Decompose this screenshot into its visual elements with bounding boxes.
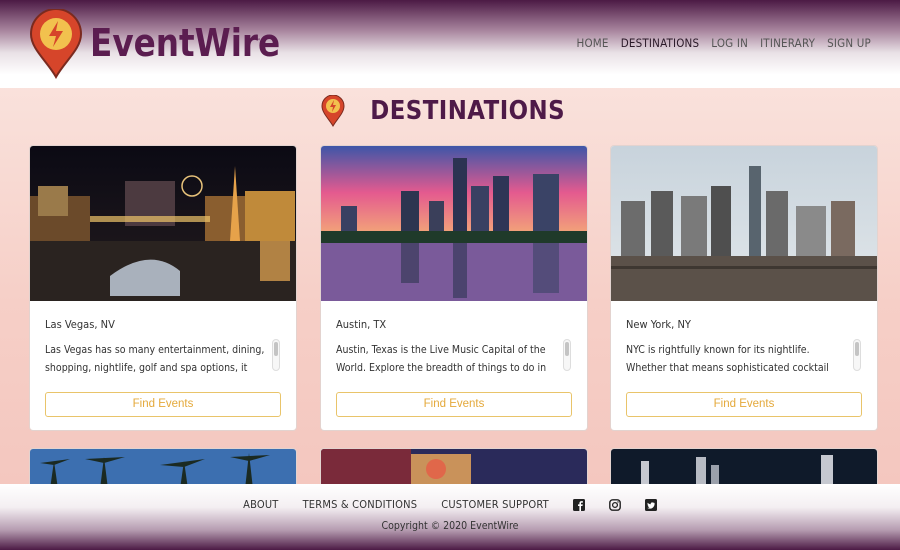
- footer-link-about[interactable]: ABOUT: [243, 498, 278, 511]
- destination-card-peek: [610, 448, 878, 488]
- destination-card: Las Vegas, NV Las Vegas has so many ente…: [29, 145, 297, 431]
- card-title: Las Vegas, NV: [45, 318, 115, 331]
- card-scrollbar[interactable]: [853, 339, 861, 371]
- nav-signup[interactable]: SIGN UP: [827, 36, 871, 50]
- new-york-image[interactable]: [611, 146, 877, 301]
- find-events-button[interactable]: Find Events: [626, 392, 862, 417]
- twitter-icon[interactable]: [644, 498, 657, 511]
- page-title-row: DESTINATIONS: [0, 95, 900, 127]
- card-description: NYC is rightfully known for its nightlif…: [626, 344, 829, 374]
- nav-home[interactable]: HOME: [576, 36, 608, 50]
- facebook-icon[interactable]: [572, 498, 585, 511]
- site-header: EventWire ™ HOME DESTINATIONS LOG IN ITI…: [0, 0, 900, 88]
- main-nav: HOME DESTINATIONS LOG IN ITINERARY SIGN …: [576, 36, 871, 50]
- destination-card-peek: [29, 448, 297, 488]
- trademark: ™: [255, 38, 261, 45]
- map-pin-icon: [321, 95, 345, 127]
- page-title: DESTINATIONS: [370, 96, 566, 126]
- logo-pin-icon[interactable]: [29, 9, 83, 79]
- destination-card-peek: [320, 448, 588, 488]
- footer-link-terms[interactable]: TERMS & CONDITIONS: [303, 498, 418, 511]
- find-events-button[interactable]: Find Events: [336, 392, 572, 417]
- austin-image[interactable]: [321, 146, 587, 301]
- las-vegas-image[interactable]: [30, 146, 296, 301]
- card-scrollbar[interactable]: [563, 339, 571, 371]
- find-events-button[interactable]: Find Events: [45, 392, 281, 417]
- card-title: Austin, TX: [336, 318, 387, 331]
- destination-card: Austin, TX Austin, Texas is the Live Mus…: [320, 145, 588, 431]
- footer-links: ABOUT TERMS & CONDITIONS CUSTOMER SUPPOR…: [0, 498, 900, 511]
- site-footer: ABOUT TERMS & CONDITIONS CUSTOMER SUPPOR…: [0, 484, 900, 550]
- card-description: Las Vegas has so many entertainment, din…: [45, 344, 265, 374]
- palm-trees-image[interactable]: [30, 449, 297, 488]
- brand-logo[interactable]: EventWire: [90, 22, 280, 64]
- card-description: Austin, Texas is the Live Music Capital …: [336, 344, 547, 374]
- card-title: New York, NY: [626, 318, 691, 331]
- neon-sign-image[interactable]: [321, 449, 588, 488]
- footer-link-support[interactable]: CUSTOMER SUPPORT: [441, 498, 549, 511]
- instagram-icon[interactable]: [608, 498, 621, 511]
- copyright-text: Copyright © 2020 EventWire: [381, 520, 519, 532]
- nav-itinerary[interactable]: ITINERARY: [760, 36, 815, 50]
- card-scrollbar[interactable]: [272, 339, 280, 371]
- destination-card: New York, NY NYC is rightfully known for…: [610, 145, 878, 431]
- night-skyline-image[interactable]: [611, 449, 878, 488]
- nav-destinations[interactable]: DESTINATIONS: [621, 36, 700, 50]
- nav-login[interactable]: LOG IN: [711, 36, 748, 50]
